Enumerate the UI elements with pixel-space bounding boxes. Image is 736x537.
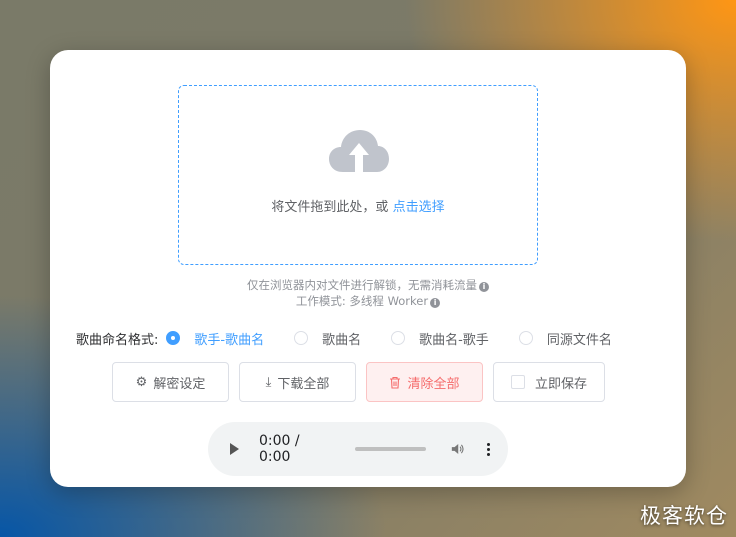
cloud-upload-icon bbox=[329, 130, 389, 172]
save-now-checkbox[interactable] bbox=[510, 375, 525, 389]
download-icon: ⤓ bbox=[265, 374, 272, 390]
radio-label: 歌曲名 bbox=[322, 332, 362, 348]
upload-dropzone[interactable]: 将文件拖到此处，或 点击选择 bbox=[178, 85, 538, 265]
choose-file-link[interactable]: 点击选择 bbox=[393, 200, 445, 215]
radio-dot[interactable] bbox=[518, 331, 533, 345]
gear-icon: ⚙ bbox=[135, 374, 148, 390]
save-now-label: 立即保存 bbox=[534, 376, 587, 392]
info-icon[interactable]: i bbox=[479, 282, 489, 292]
watermark: 极客软仓 bbox=[640, 504, 728, 528]
download-all-button[interactable]: ⤓ 下载全部 bbox=[239, 362, 356, 402]
radio-dot[interactable] bbox=[294, 331, 309, 345]
radio-dot[interactable] bbox=[391, 331, 406, 345]
radio-title[interactable]: 歌曲名 bbox=[294, 329, 361, 348]
clear-all-label: 清除全部 bbox=[407, 376, 460, 392]
more-options-icon[interactable] bbox=[487, 442, 490, 456]
info-icon[interactable]: i bbox=[430, 298, 441, 308]
tip-text-2: 工作模式: 多线程 Worker bbox=[295, 294, 429, 308]
audio-player[interactable]: 0:00 / 0:00 bbox=[208, 422, 508, 476]
decrypt-settings-label: 解密设定 bbox=[153, 376, 206, 392]
radio-label: 歌手-歌曲名 bbox=[194, 332, 265, 348]
play-icon[interactable] bbox=[230, 443, 239, 455]
upload-prompt: 将文件拖到此处，或 点击选择 bbox=[179, 196, 537, 215]
radio-label: 歌曲名-歌手 bbox=[419, 332, 489, 348]
naming-format-group: 歌曲命名格式: 歌手-歌曲名 歌曲名 歌曲名-歌手 同源文件名 bbox=[76, 329, 612, 348]
main-card: 将文件拖到此处，或 点击选择 仅在浏览器内对文件进行解锁，无需消耗流量 i 工作模… bbox=[50, 50, 686, 487]
radio-title-artist[interactable]: 歌曲名-歌手 bbox=[391, 329, 489, 348]
naming-format-label: 歌曲命名格式: bbox=[76, 332, 159, 348]
tip-line-1: 仅在浏览器内对文件进行解锁，无需消耗流量 i bbox=[50, 277, 686, 293]
audio-progress-track[interactable] bbox=[355, 447, 427, 451]
radio-dot[interactable] bbox=[166, 331, 181, 345]
trash-icon bbox=[390, 376, 401, 389]
decrypt-settings-button[interactable]: ⚙ 解密设定 bbox=[112, 362, 229, 402]
tip-line-2: 工作模式: 多线程 Worker i bbox=[50, 293, 686, 309]
download-all-label: 下载全部 bbox=[277, 376, 330, 392]
tip-text-1: 仅在浏览器内对文件进行解锁，无需消耗流量 bbox=[247, 278, 477, 292]
radio-artist-title[interactable]: 歌手-歌曲名 bbox=[166, 329, 264, 348]
radio-same-filename[interactable]: 同源文件名 bbox=[518, 329, 612, 348]
save-now-button[interactable]: 立即保存 bbox=[493, 362, 605, 402]
audio-time: 0:00 / 0:00 bbox=[259, 433, 300, 465]
volume-icon[interactable] bbox=[450, 441, 465, 457]
radio-label: 同源文件名 bbox=[546, 332, 612, 348]
clear-all-button[interactable]: 清除全部 bbox=[366, 362, 483, 402]
upload-prompt-text: 将文件拖到此处，或 bbox=[271, 200, 389, 215]
